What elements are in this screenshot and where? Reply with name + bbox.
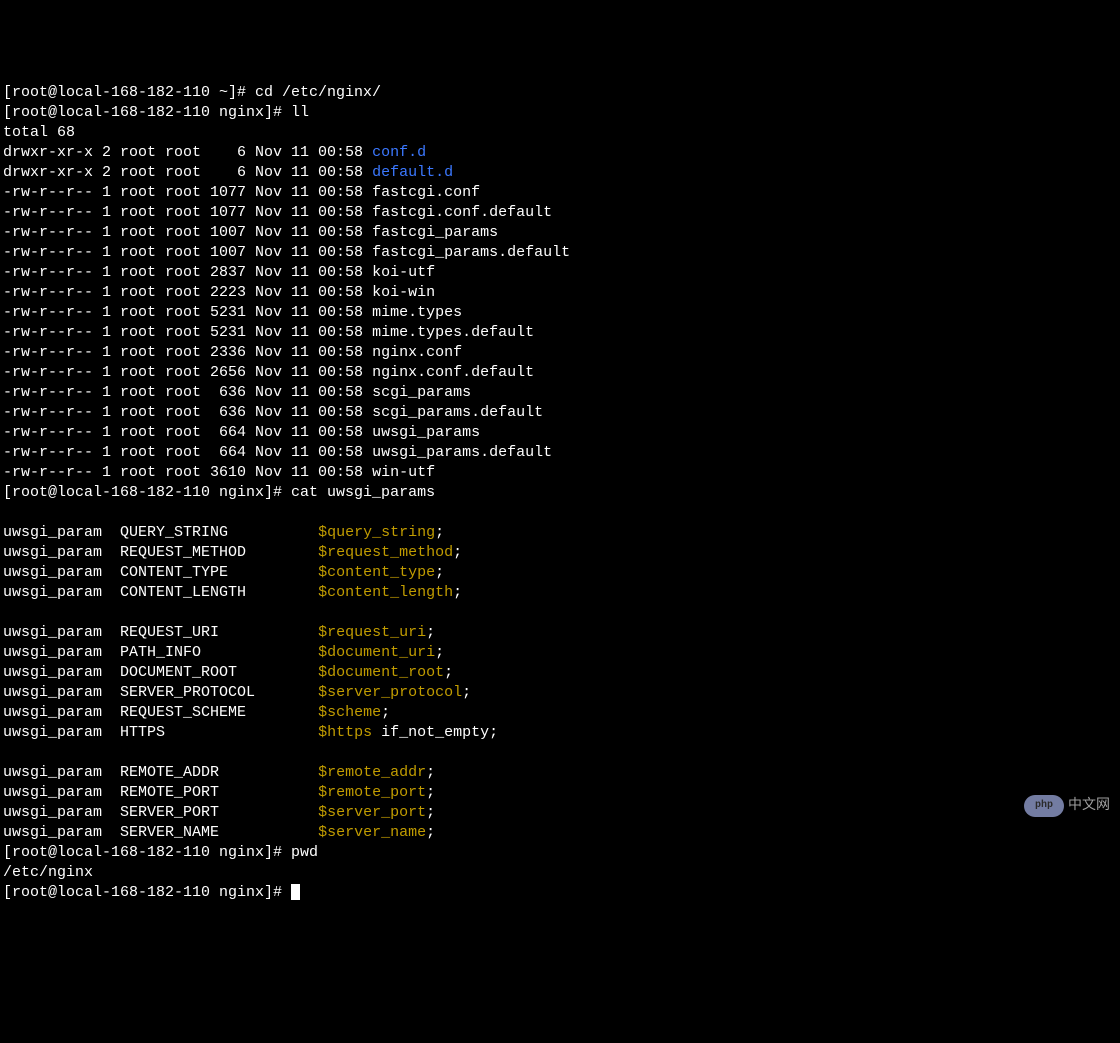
uwsgi-param-line: uwsgi_param PATH_INFO $document_uri; bbox=[3, 643, 1120, 663]
directory-name: conf.d bbox=[372, 144, 426, 161]
file-name: mime.types.default bbox=[372, 324, 534, 341]
nginx-variable: $remote_port bbox=[318, 784, 426, 801]
file-name: fastcgi.conf bbox=[372, 184, 480, 201]
file-name: scgi_params.default bbox=[372, 404, 543, 421]
ll-row: -rw-r--r-- 1 root root 3610 Nov 11 00:58… bbox=[3, 463, 1120, 483]
prompt-line[interactable]: [root@local-168-182-110 nginx]# bbox=[3, 883, 1120, 903]
file-name: win-utf bbox=[372, 464, 435, 481]
nginx-variable: $content_length bbox=[318, 584, 453, 601]
file-name: scgi_params bbox=[372, 384, 471, 401]
nginx-variable: $content_type bbox=[318, 564, 435, 581]
uwsgi-param-line: uwsgi_param CONTENT_LENGTH $content_leng… bbox=[3, 583, 1120, 603]
ll-row: -rw-r--r-- 1 root root 5231 Nov 11 00:58… bbox=[3, 303, 1120, 323]
uwsgi-param-line: uwsgi_param REQUEST_SCHEME $scheme; bbox=[3, 703, 1120, 723]
file-name: nginx.conf bbox=[372, 344, 462, 361]
ll-row: -rw-r--r-- 1 root root 664 Nov 11 00:58 … bbox=[3, 443, 1120, 463]
file-name: uwsgi_params bbox=[372, 424, 480, 441]
file-name: uwsgi_params.default bbox=[372, 444, 552, 461]
nginx-variable: $remote_addr bbox=[318, 764, 426, 781]
file-name: nginx.conf.default bbox=[372, 364, 534, 381]
file-name: koi-win bbox=[372, 284, 435, 301]
ll-row: -rw-r--r-- 1 root root 5231 Nov 11 00:58… bbox=[3, 323, 1120, 343]
prompt-line: [root@local-168-182-110 nginx]# cat uwsg… bbox=[3, 483, 1120, 503]
ll-total: total 68 bbox=[3, 123, 1120, 143]
blank-line bbox=[3, 743, 1120, 763]
php-logo-icon: php bbox=[1024, 795, 1064, 817]
ll-row: -rw-r--r-- 1 root root 2336 Nov 11 00:58… bbox=[3, 343, 1120, 363]
uwsgi-param-line: uwsgi_param DOCUMENT_ROOT $document_root… bbox=[3, 663, 1120, 683]
ll-row: -rw-r--r-- 1 root root 1007 Nov 11 00:58… bbox=[3, 243, 1120, 263]
ll-row: drwxr-xr-x 2 root root 6 Nov 11 00:58 co… bbox=[3, 143, 1120, 163]
nginx-variable: $request_uri bbox=[318, 624, 426, 641]
terminal-output[interactable]: [root@local-168-182-110 ~]# cd /etc/ngin… bbox=[3, 83, 1120, 903]
watermark-text: 中文网 bbox=[1068, 796, 1110, 816]
uwsgi-param-line: uwsgi_param SERVER_PORT $server_port; bbox=[3, 803, 1120, 823]
nginx-variable: $request_method bbox=[318, 544, 453, 561]
ll-row: drwxr-xr-x 2 root root 6 Nov 11 00:58 de… bbox=[3, 163, 1120, 183]
blank-line bbox=[3, 503, 1120, 523]
prompt-line: [root@local-168-182-110 ~]# cd /etc/ngin… bbox=[3, 83, 1120, 103]
ll-row: -rw-r--r-- 1 root root 1077 Nov 11 00:58… bbox=[3, 203, 1120, 223]
uwsgi-param-line: uwsgi_param REMOTE_PORT $remote_port; bbox=[3, 783, 1120, 803]
uwsgi-param-line: uwsgi_param REQUEST_METHOD $request_meth… bbox=[3, 543, 1120, 563]
watermark: php 中文网 bbox=[1024, 795, 1110, 817]
prompt-line: [root@local-168-182-110 nginx]# ll bbox=[3, 103, 1120, 123]
file-name: fastcgi_params bbox=[372, 224, 498, 241]
directory-name: default.d bbox=[372, 164, 453, 181]
uwsgi-param-line: uwsgi_param SERVER_NAME $server_name; bbox=[3, 823, 1120, 843]
uwsgi-param-line: uwsgi_param QUERY_STRING $query_string; bbox=[3, 523, 1120, 543]
prompt-line: [root@local-168-182-110 nginx]# pwd bbox=[3, 843, 1120, 863]
ll-row: -rw-r--r-- 1 root root 1007 Nov 11 00:58… bbox=[3, 223, 1120, 243]
ll-row: -rw-r--r-- 1 root root 2656 Nov 11 00:58… bbox=[3, 363, 1120, 383]
uwsgi-param-line: uwsgi_param HTTPS $https if_not_empty; bbox=[3, 723, 1120, 743]
nginx-variable: $document_uri bbox=[318, 644, 435, 661]
ll-row: -rw-r--r-- 1 root root 664 Nov 11 00:58 … bbox=[3, 423, 1120, 443]
cursor-icon bbox=[291, 884, 300, 900]
nginx-variable: $server_name bbox=[318, 824, 426, 841]
uwsgi-param-line: uwsgi_param SERVER_PROTOCOL $server_prot… bbox=[3, 683, 1120, 703]
pwd-output: /etc/nginx bbox=[3, 863, 1120, 883]
nginx-variable: $https bbox=[318, 724, 372, 741]
ll-row: -rw-r--r-- 1 root root 1077 Nov 11 00:58… bbox=[3, 183, 1120, 203]
uwsgi-param-line: uwsgi_param REQUEST_URI $request_uri; bbox=[3, 623, 1120, 643]
uwsgi-param-line: uwsgi_param REMOTE_ADDR $remote_addr; bbox=[3, 763, 1120, 783]
ll-row: -rw-r--r-- 1 root root 636 Nov 11 00:58 … bbox=[3, 403, 1120, 423]
file-name: mime.types bbox=[372, 304, 462, 321]
nginx-variable: $query_string bbox=[318, 524, 435, 541]
uwsgi-param-line: uwsgi_param CONTENT_TYPE $content_type; bbox=[3, 563, 1120, 583]
nginx-variable: $scheme bbox=[318, 704, 381, 721]
ll-row: -rw-r--r-- 1 root root 2223 Nov 11 00:58… bbox=[3, 283, 1120, 303]
ll-row: -rw-r--r-- 1 root root 2837 Nov 11 00:58… bbox=[3, 263, 1120, 283]
blank-line bbox=[3, 603, 1120, 623]
ll-row: -rw-r--r-- 1 root root 636 Nov 11 00:58 … bbox=[3, 383, 1120, 403]
nginx-variable: $server_protocol bbox=[318, 684, 462, 701]
file-name: fastcgi.conf.default bbox=[372, 204, 552, 221]
file-name: fastcgi_params.default bbox=[372, 244, 570, 261]
nginx-variable: $document_root bbox=[318, 664, 444, 681]
file-name: koi-utf bbox=[372, 264, 435, 281]
nginx-variable: $server_port bbox=[318, 804, 426, 821]
